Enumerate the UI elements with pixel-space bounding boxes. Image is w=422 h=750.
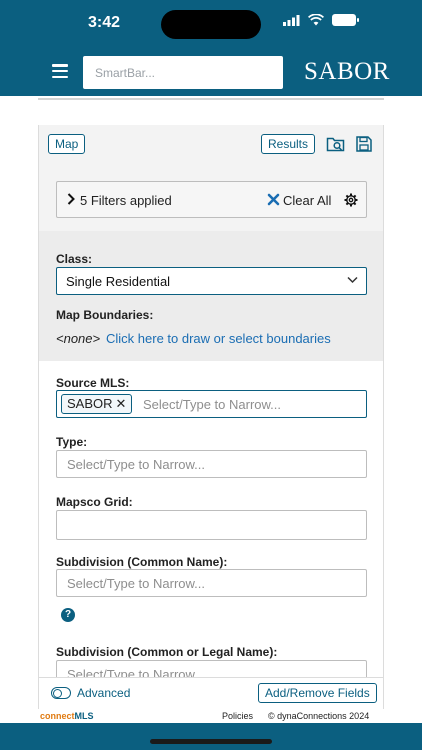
- source-mls-placeholder: Select/Type to Narrow...: [143, 397, 282, 412]
- class-select[interactable]: Single Residential: [56, 267, 367, 295]
- policies-link[interactable]: Policies: [222, 711, 253, 721]
- results-button[interactable]: Results: [261, 134, 316, 154]
- copyright-text: © dynaConnections 2024: [268, 711, 370, 721]
- subdivision-common-placeholder: Select/Type to Narrow...: [67, 576, 206, 591]
- panel-bottom-bar: Advanced Add/Remove Fields: [38, 677, 384, 709]
- mapsco-grid-input[interactable]: [56, 510, 367, 540]
- chevron-down-icon: [347, 276, 358, 284]
- help-icon[interactable]: ?: [61, 608, 75, 622]
- status-icons: [283, 14, 359, 26]
- draw-boundaries-link[interactable]: Click here to draw or select boundaries: [106, 331, 331, 346]
- map-boundaries-label: Map Boundaries:: [56, 308, 154, 322]
- subdivision-legal-label: Subdivision (Common or Legal Name):: [56, 645, 278, 659]
- status-time: 3:42: [88, 14, 121, 31]
- mapsco-grid-label: Mapsco Grid:: [56, 495, 133, 509]
- source-mls-input[interactable]: SABOR ✕ Select/Type to Narrow...: [56, 390, 367, 418]
- chevron-right-icon: [67, 193, 75, 205]
- header-divider: [38, 96, 384, 100]
- class-label: Class:: [56, 252, 93, 266]
- type-label: Type:: [56, 435, 88, 449]
- search-panel: Map Results 5 Filters applied Clear All …: [38, 125, 384, 709]
- bottom-band: [0, 723, 422, 750]
- subdivision-common-label: Subdivision (Common Name):: [56, 555, 228, 569]
- home-indicator[interactable]: [150, 739, 272, 744]
- sabor-logo: SABOR: [304, 58, 390, 85]
- app-header: 3:42 SABOR: [0, 0, 422, 96]
- smartbar-input[interactable]: [83, 56, 283, 89]
- battery-icon: [332, 14, 359, 26]
- class-value: Single Residential: [66, 274, 171, 289]
- subdivision-common-input[interactable]: Select/Type to Narrow...: [56, 569, 367, 597]
- sabor-chip: SABOR ✕: [61, 394, 133, 414]
- chip-label: SABOR: [67, 396, 113, 411]
- signal-icon: [283, 14, 300, 26]
- save-icon[interactable]: [354, 135, 374, 153]
- type-input[interactable]: Select/Type to Narrow...: [56, 450, 367, 478]
- clear-all-button[interactable]: Clear All: [283, 193, 331, 208]
- clear-x-icon[interactable]: [267, 193, 280, 206]
- map-button[interactable]: Map: [48, 134, 86, 154]
- boundaries-none-text: <none>: [56, 331, 101, 346]
- connectmls-logo: connectMLS: [40, 711, 94, 721]
- type-placeholder: Select/Type to Narrow...: [67, 457, 206, 472]
- footer: connectMLS Policies © dynaConnections 20…: [0, 709, 422, 723]
- wifi-icon: [308, 14, 324, 26]
- add-remove-fields-button[interactable]: Add/Remove Fields: [258, 683, 377, 703]
- hamburger-menu-icon[interactable]: [52, 64, 68, 78]
- source-mls-label: Source MLS:: [56, 376, 130, 390]
- dynamic-island: [161, 10, 261, 39]
- advanced-toggle-label[interactable]: Advanced: [77, 686, 130, 700]
- filters-applied-text: 5 Filters applied: [80, 193, 172, 208]
- chip-remove-icon[interactable]: ✕: [116, 396, 127, 411]
- filters-summary[interactable]: 5 Filters applied Clear All: [56, 181, 367, 218]
- gear-icon[interactable]: [344, 193, 358, 207]
- advanced-toggle-icon[interactable]: [51, 687, 71, 699]
- search-folder-icon[interactable]: [326, 135, 346, 153]
